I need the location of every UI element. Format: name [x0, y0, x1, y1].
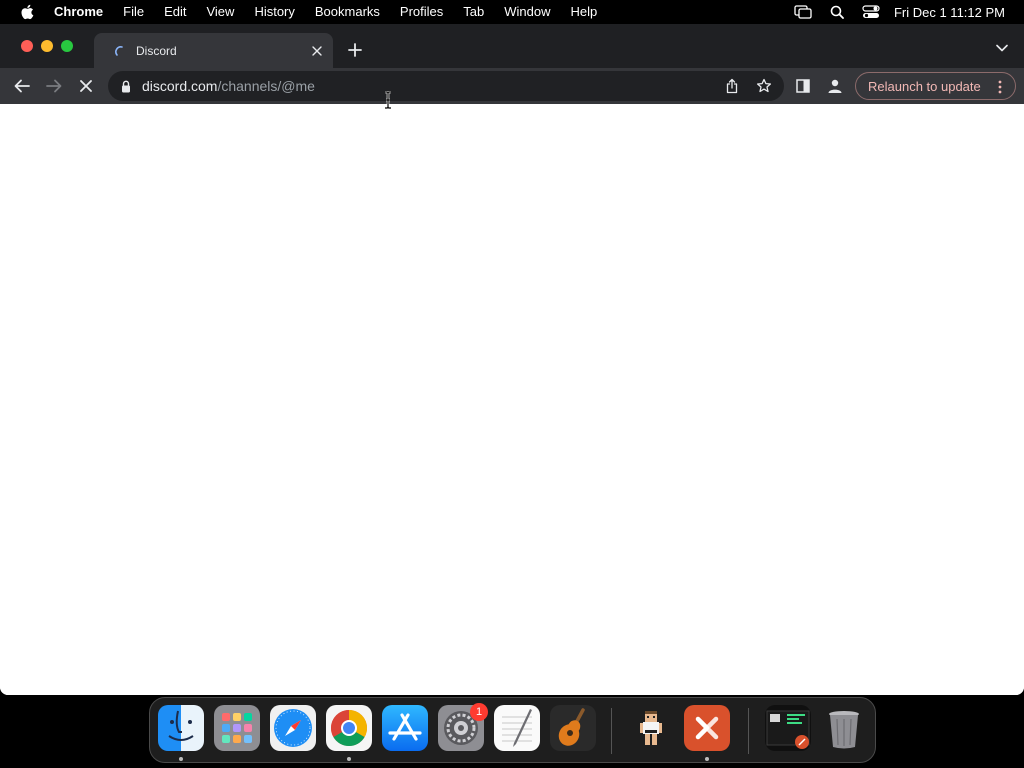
menu-edit[interactable]: Edit [154, 0, 196, 24]
notification-badge: 1 [470, 703, 488, 721]
tab-discord[interactable]: Discord [94, 33, 333, 68]
profile-avatar-icon[interactable] [820, 71, 850, 101]
menu-help[interactable]: Help [561, 0, 608, 24]
menu-file[interactable]: File [113, 0, 154, 24]
url-path: /channels/@me [217, 78, 315, 94]
fullscreen-window-button[interactable] [61, 40, 73, 52]
control-center-icon[interactable] [860, 0, 882, 24]
remote-desktop-running-indicator [705, 757, 709, 761]
url-host: discord.com [142, 78, 218, 94]
garageband-icon[interactable] [550, 705, 596, 751]
close-window-button[interactable] [21, 40, 33, 52]
window-thumbnail-icon[interactable] [765, 705, 811, 751]
menu-history[interactable]: History [244, 0, 304, 24]
side-panel-icon[interactable] [788, 71, 818, 101]
dock-separator [748, 708, 749, 754]
close-tab-icon[interactable] [307, 41, 327, 61]
stop-loading-button[interactable] [71, 71, 101, 101]
trash-icon[interactable] [821, 705, 867, 751]
lock-icon[interactable] [120, 79, 132, 93]
dock: 1 [149, 697, 876, 763]
address-bar[interactable]: discord.com/channels/@me [108, 71, 784, 101]
page-content-area[interactable] [0, 104, 1024, 695]
minimize-window-button[interactable] [41, 40, 53, 52]
menu-view[interactable]: View [196, 0, 244, 24]
spotlight-search-icon[interactable] [826, 0, 848, 24]
pixel-character-icon[interactable] [628, 705, 674, 751]
menu-bookmarks[interactable]: Bookmarks [305, 0, 390, 24]
menu-bar: Chrome File Edit View History Bookmarks … [0, 0, 1024, 24]
text-cursor-icon [385, 91, 391, 109]
apple-menu-icon[interactable] [18, 3, 36, 21]
tab-search-chevron-icon[interactable] [992, 38, 1012, 58]
browser-toolbar: discord.com/channels/@me Relaunch to upd… [0, 68, 1024, 104]
new-tab-button[interactable] [343, 38, 367, 62]
tab-strip: Discord [0, 24, 1024, 68]
remote-desktop-icon[interactable] [684, 705, 730, 751]
url-text[interactable]: discord.com/channels/@me [142, 71, 315, 101]
chrome-running-indicator [347, 757, 351, 761]
kebab-menu-icon[interactable] [993, 79, 1007, 95]
menubar-clock[interactable]: Fri Dec 1 11:12 PM [888, 5, 1024, 20]
bookmark-star-icon[interactable] [754, 76, 774, 96]
chrome-icon[interactable] [326, 705, 372, 751]
dock-separator [611, 708, 612, 754]
relaunch-label: Relaunch to update [868, 78, 981, 94]
screen-mirroring-icon[interactable] [792, 0, 814, 24]
launchpad-icon[interactable] [214, 705, 260, 751]
menu-window[interactable]: Window [494, 0, 560, 24]
chrome-window: Discord discord.com/channels/@me Relaunc… [0, 24, 1024, 695]
finder-icon[interactable] [158, 705, 204, 751]
share-icon[interactable] [722, 76, 742, 96]
back-button[interactable] [7, 71, 37, 101]
textedit-icon[interactable] [494, 705, 540, 751]
loading-spinner-icon [112, 43, 128, 59]
menu-profiles[interactable]: Profiles [390, 0, 453, 24]
tab-title: Discord [136, 43, 177, 58]
app-store-icon[interactable] [382, 705, 428, 751]
relaunch-to-update-button[interactable]: Relaunch to update [855, 72, 1016, 100]
menu-tab[interactable]: Tab [453, 0, 494, 24]
forward-button[interactable] [39, 71, 69, 101]
finder-running-indicator [179, 757, 183, 761]
safari-icon[interactable] [270, 705, 316, 751]
menu-app-name[interactable]: Chrome [44, 0, 113, 24]
